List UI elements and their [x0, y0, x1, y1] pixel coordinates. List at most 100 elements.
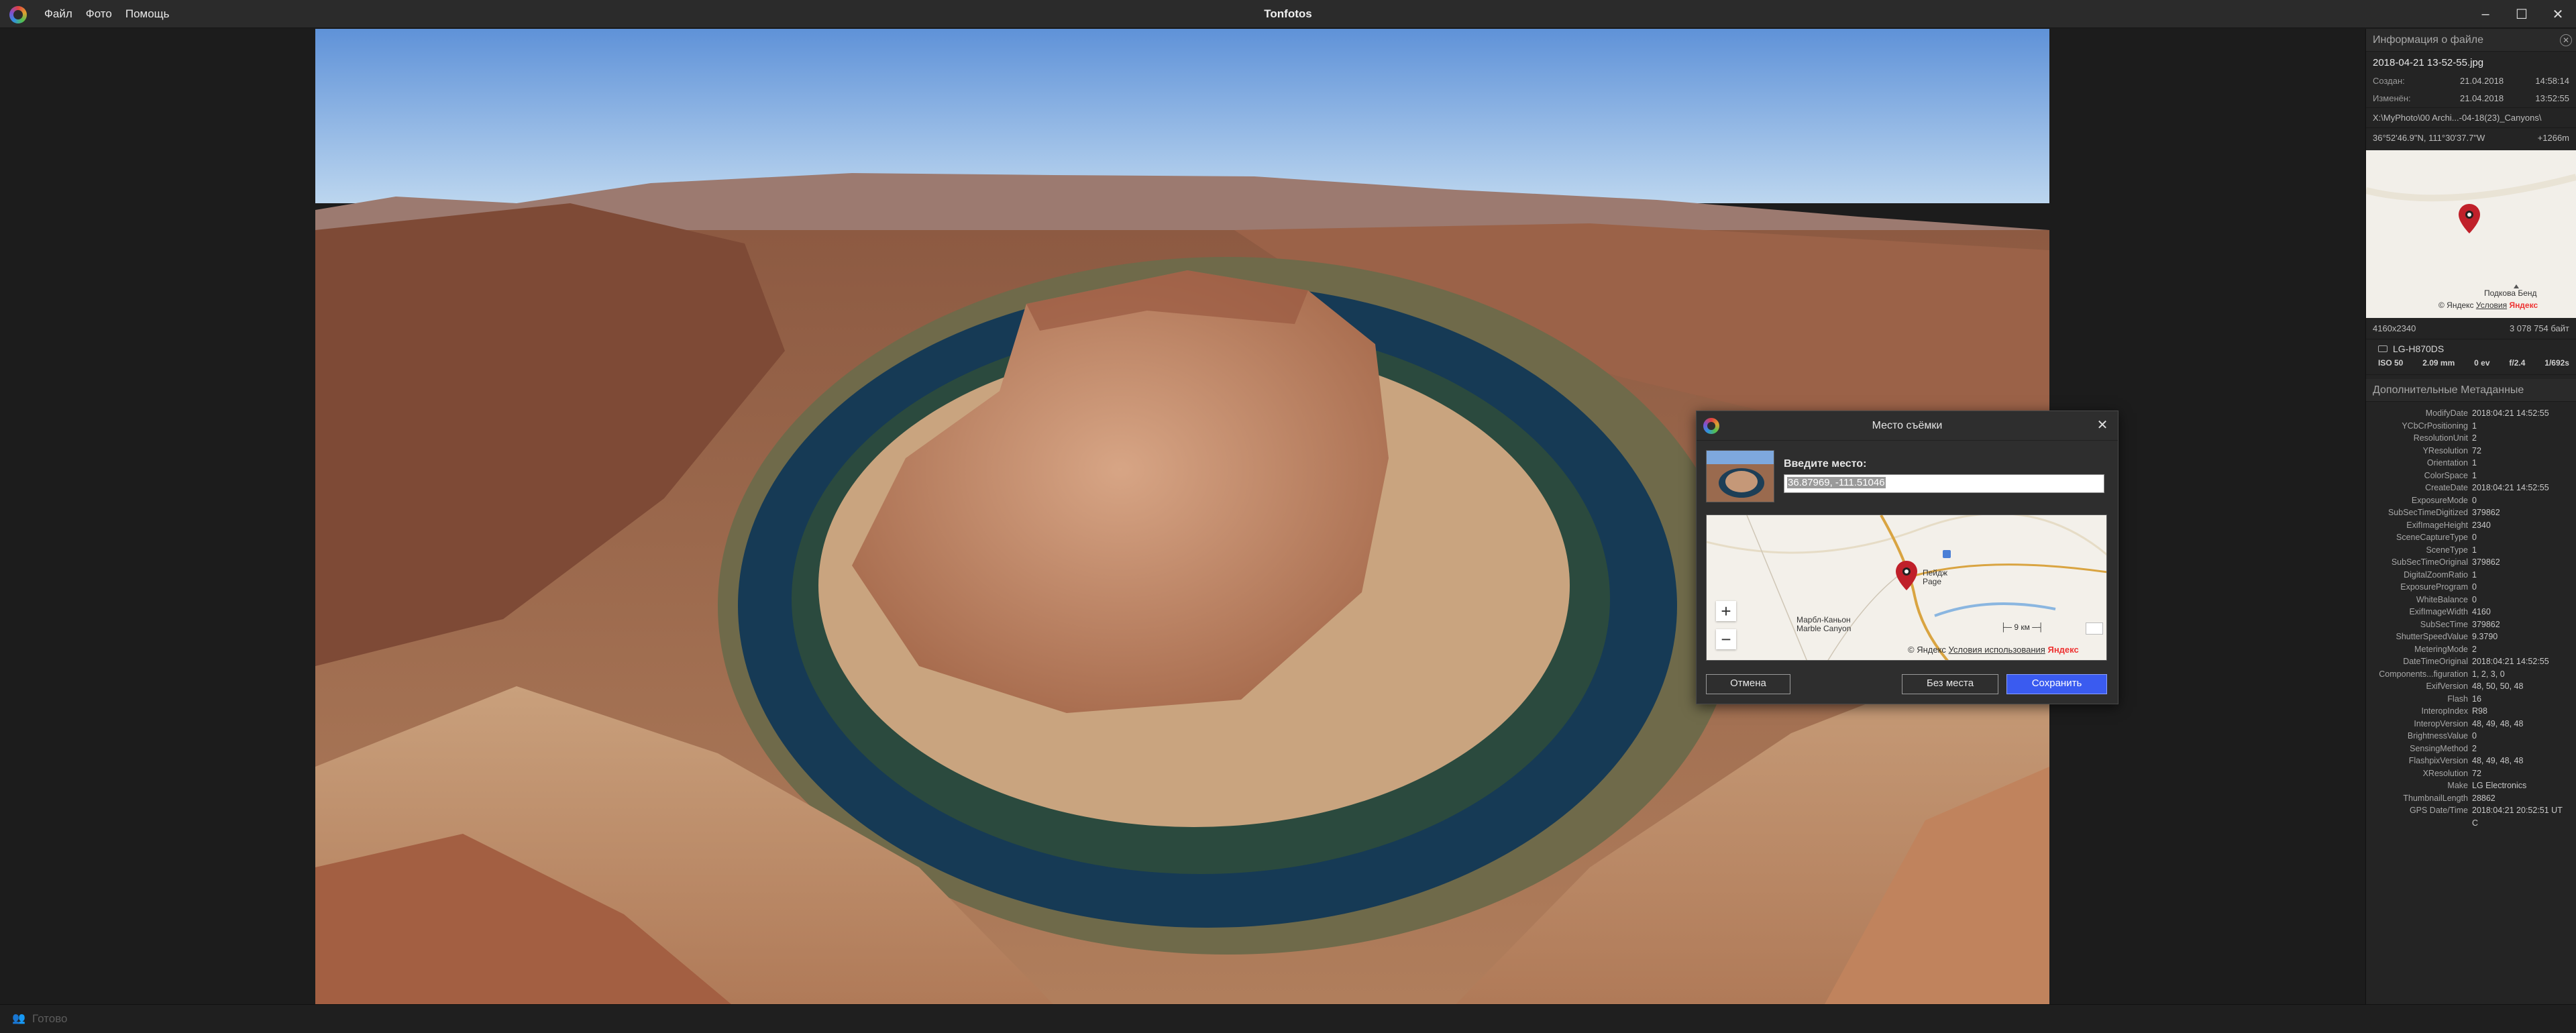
cancel-button[interactable]: Отмена: [1706, 674, 1790, 694]
metadata-row: BrightnessValue 0: [2366, 730, 2576, 743]
exif-iso: ISO 50: [2378, 358, 2404, 368]
metadata-key: DigitalZoomRatio: [2404, 569, 2468, 580]
status-bar: 👥 Готово: [0, 1004, 2576, 1033]
metadata-value: LG Electronics: [2472, 781, 2527, 790]
metadata-key: ModifyDate: [2425, 409, 2468, 418]
metadata-row: GPS Date/Time 2018:04:21 20:52:51 UT: [2366, 804, 2576, 817]
metadata-row: SubSecTime 379862: [2366, 618, 2576, 631]
file-name: 2018-04-21 13-52-55.jpg: [2373, 57, 2484, 68]
close-icon[interactable]: ✕: [2540, 0, 2576, 28]
metadata-row: SceneType 1: [2366, 544, 2576, 557]
created-row: Создан: 21.04.2018 14:58:14: [2366, 72, 2576, 90]
mini-map-terms-link[interactable]: Условия: [2476, 301, 2507, 310]
metadata-value: 379862: [2472, 508, 2500, 517]
metadata-row: XResolution 72: [2366, 767, 2576, 780]
metadata-value: 1, 2, 3, 0: [2472, 669, 2505, 679]
metadata-row: ColorSpace 1: [2366, 470, 2576, 482]
metadata-row: SubSecTimeDigitized 379862: [2366, 506, 2576, 519]
image-dimensions: 4160x2340: [2373, 323, 2416, 333]
minimize-icon[interactable]: –: [2467, 0, 2504, 28]
metadata-value: 72: [2472, 445, 2481, 455]
maximize-icon[interactable]: ☐: [2504, 0, 2540, 28]
no-place-button[interactable]: Без места: [1902, 674, 1998, 694]
camera-row: LG-H870DS: [2366, 339, 2576, 356]
map-label-page: Пейдж Page: [1923, 568, 1948, 586]
metadata-key: ThumbnailLength: [2403, 793, 2468, 803]
map-scale: ├─ 9 км ─┤: [2000, 622, 2044, 632]
metadata-value: 2: [2472, 433, 2477, 443]
metadata-value: 1: [2472, 458, 2477, 468]
map-terms-link[interactable]: Условия использования: [1949, 645, 2045, 655]
metadata-key: BrightnessValue: [2407, 731, 2468, 741]
window-controls: – ☐ ✕: [2467, 0, 2576, 28]
file-info-title: Информация о файле: [2373, 34, 2483, 46]
modified-label: Изменён:: [2373, 93, 2411, 103]
mini-map-copyright-prefix: © Яндекс: [2438, 301, 2474, 310]
metadata-value: 48, 49, 48, 48: [2472, 718, 2524, 728]
mini-map-brand: Яндекс: [2509, 301, 2538, 310]
metadata-value: 1: [2472, 470, 2477, 480]
location-input[interactable]: 36.87969, -111.51046: [1784, 474, 2104, 493]
modified-row: Изменён: 21.04.2018 13:52:55: [2366, 90, 2576, 107]
metadata-value: 28862: [2472, 793, 2496, 803]
metadata-key: YResolution: [2422, 445, 2468, 455]
metadata-value: 9.3790: [2472, 632, 2498, 641]
map-ruler-icon[interactable]: [2086, 622, 2103, 635]
metadata-row: YResolution 72: [2366, 445, 2576, 457]
exif-summary: ISO 50 2.09 mm 0 ev f/2.4 1/692s: [2366, 356, 2576, 375]
title-bar: Файл Фото Помощь Tonfotos – ☐ ✕: [0, 0, 2576, 28]
gps-row[interactable]: 36°52'46.9"N, 111°30'37.7"W +1266m: [2366, 127, 2576, 148]
dialog-map[interactable]: Пейдж Page Марбл-Каньон Marble Canyon + …: [1706, 514, 2107, 661]
metadata-key: ExposureMode: [2411, 495, 2468, 505]
metadata-key: ShutterSpeedValue: [2396, 632, 2469, 641]
map-brand: Яндекс: [2047, 645, 2079, 655]
map-zoom-out-button[interactable]: −: [1716, 629, 1736, 649]
metadata-row: SubSecTimeOriginal 379862: [2366, 556, 2576, 569]
camera-icon: [2378, 345, 2387, 352]
metadata-value: 1: [2472, 569, 2477, 580]
metadata-key: MeteringMode: [2414, 644, 2468, 654]
location-mini-map[interactable]: Подкова Бенд © Яндекс Условия Яндекс: [2366, 150, 2576, 318]
metadata-value: 2018:04:21 14:52:55: [2472, 657, 2549, 666]
metadata-key: [2366, 817, 2472, 830]
metadata-row: MeteringMode 2: [2366, 643, 2576, 656]
modified-date: 21.04.2018: [2460, 93, 2504, 103]
location-dialog: Место съёмки ✕ Введите место: 36.87969, …: [1696, 411, 2118, 704]
dialog-close-icon[interactable]: ✕: [2094, 417, 2111, 434]
panel-close-icon[interactable]: ✕: [2560, 34, 2572, 46]
metadata-value: 48, 49, 48, 48: [2472, 756, 2524, 765]
metadata-key: SubSecTimeOriginal: [2391, 557, 2468, 567]
menu-photo[interactable]: Фото: [79, 0, 119, 28]
metadata-value: 1: [2472, 545, 2477, 555]
people-icon[interactable]: 👥: [12, 1013, 25, 1025]
menu-file[interactable]: Файл: [38, 0, 79, 28]
metadata-row: Flash 16: [2366, 693, 2576, 706]
status-text: Готово: [32, 1012, 68, 1025]
metadata-key: SceneType: [2426, 545, 2468, 555]
created-time: 14:58:14: [2535, 76, 2569, 86]
file-path[interactable]: X:\MyPhoto\00 Archi...-04-18(23)_Canyons…: [2366, 107, 2576, 127]
exif-ev: 0 ev: [2474, 358, 2490, 368]
map-label-marble-canyon: Марбл-Каньон Marble Canyon: [1796, 615, 1851, 633]
location-input-value: 36.87969, -111.51046: [1787, 477, 1886, 488]
camera-model: LG-H870DS: [2393, 343, 2445, 354]
gps-altitude: +1266m: [2537, 133, 2569, 143]
metadata-row: SceneCaptureType 0: [2366, 531, 2576, 544]
metadata-key: SceneCaptureType: [2396, 533, 2468, 542]
map-copyright: © Яндекс Условия использования Яндекс: [1908, 645, 2079, 655]
save-button[interactable]: Сохранить: [2006, 674, 2107, 694]
metadata-key: DateTimeOriginal: [2403, 657, 2468, 666]
metadata-row: ThumbnailLength 28862: [2366, 792, 2576, 805]
metadata-value: 0: [2472, 731, 2477, 741]
metadata-key: ExifImageHeight: [2406, 520, 2468, 530]
exif-shutter: 1/692s: [2544, 358, 2569, 368]
road-shield-icon: [1943, 550, 1951, 558]
metadata-key: YCbCrPositioning: [2402, 421, 2468, 431]
map-zoom-in-button[interactable]: +: [1716, 601, 1736, 621]
mini-map-graphic: [2366, 150, 2576, 318]
menu-help[interactable]: Помощь: [119, 0, 176, 28]
metadata-key: ResolutionUnit: [2413, 433, 2468, 443]
metadata-row: InteropIndex R98: [2366, 705, 2576, 718]
metadata-key: InteropVersion: [2414, 718, 2468, 728]
menu-bar: Файл Фото Помощь: [38, 0, 176, 28]
